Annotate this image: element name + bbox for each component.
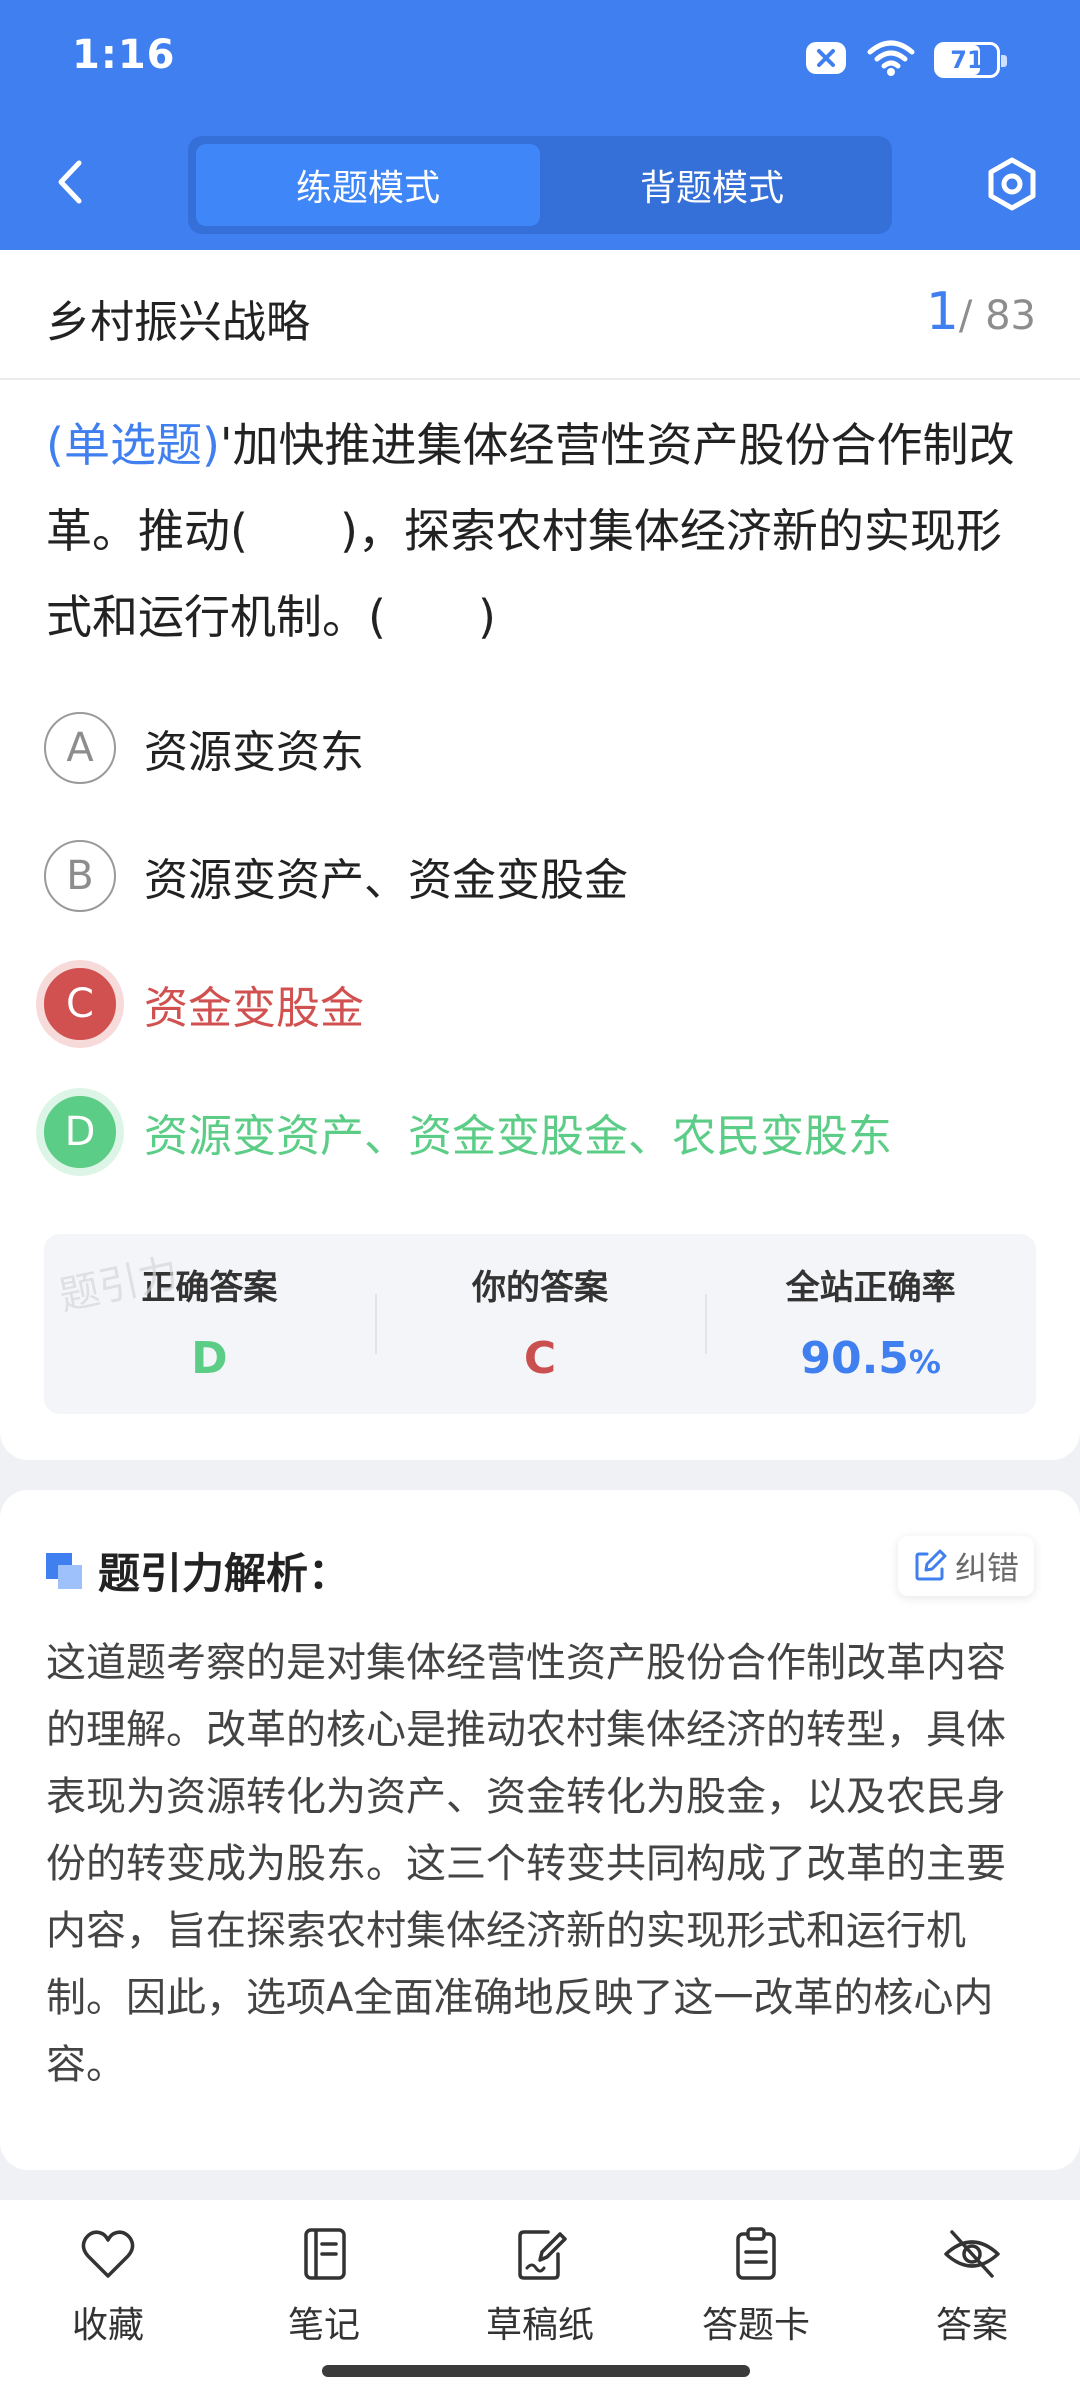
heart-icon bbox=[81, 2230, 135, 2278]
question-text: (单选题)'加快推进集体经营性资产股份合作制改革。推动( )，探索农村集体经济新… bbox=[46, 402, 1036, 660]
option-d[interactable]: D 资源变资产、资金变股金、农民变股东 bbox=[44, 1092, 1034, 1172]
battery-icon: 71 bbox=[934, 42, 1007, 78]
analysis-body: 这道题考察的是对集体经营性资产股份合作制改革内容的理解。改革的核心是推动农村集体… bbox=[46, 1640, 1006, 2088]
analysis-card: 题引力解析： 纠错 这道题考察的是对集体经营性资产股份合作制改革内容的理解。改革… bbox=[0, 1490, 1080, 2170]
option-text: 资源变资产、资金变股金 bbox=[144, 855, 628, 906]
tab-memorize-mode[interactable]: 背题模式 bbox=[540, 144, 884, 226]
notes-label: 笔记 bbox=[287, 2305, 360, 2346]
status-bar: 1:16 71 bbox=[0, 0, 1080, 120]
gear-icon bbox=[988, 157, 1036, 211]
site-accuracy-value: 90.5% bbox=[800, 1333, 941, 1384]
notification-muted-icon bbox=[804, 40, 848, 80]
topic-row: 乡村振兴战略 1/ 83 bbox=[0, 250, 1080, 380]
accuracy-number: 90.5 bbox=[800, 1333, 909, 1384]
settings-button[interactable] bbox=[980, 152, 1044, 216]
mode-switch: 练题模式 背题模式 bbox=[188, 136, 892, 234]
option-text: 资金变股金 bbox=[144, 983, 364, 1034]
draft-icon bbox=[518, 2230, 567, 2280]
nav-bar: 练题模式 背题模式 bbox=[0, 130, 1080, 240]
option-a[interactable]: A 资源变资东 bbox=[44, 708, 1034, 788]
option-text: 资源变资东 bbox=[144, 727, 364, 778]
question-progress: 1/ 83 bbox=[926, 282, 1036, 342]
answer-result-panel: 正确答案 D 你的答案 C 全站正确率 90.5% bbox=[44, 1234, 1036, 1414]
section-mark-icon bbox=[46, 1552, 82, 1589]
back-button[interactable] bbox=[40, 152, 100, 212]
header: 1:16 71 练题模式 背题模式 bbox=[0, 0, 1080, 250]
answer-card-button[interactable]: 答题卡 bbox=[676, 2224, 836, 2348]
your-answer: 你的答案 C bbox=[374, 1234, 706, 1414]
draft-paper-button[interactable]: 草稿纸 bbox=[460, 2224, 620, 2348]
answer-card-label: 答题卡 bbox=[701, 2305, 810, 2346]
site-accuracy-label: 全站正确率 bbox=[785, 1268, 956, 1308]
report-error-label: 纠错 bbox=[954, 1549, 1019, 1587]
edit-icon bbox=[915, 1549, 947, 1581]
tab-practice-mode[interactable]: 练题模式 bbox=[196, 144, 540, 226]
status-time: 1:16 bbox=[72, 32, 176, 78]
battery-level: 71 bbox=[950, 46, 984, 74]
chevron-left-icon bbox=[58, 160, 82, 204]
option-text: 资源变资产、资金变股金、农民变股东 bbox=[144, 1111, 892, 1162]
topic-title: 乡村振兴战略 bbox=[46, 297, 310, 348]
question-card: 乡村振兴战略 1/ 83 (单选题)'加快推进集体经营性资产股份合作制改革。推动… bbox=[0, 250, 1080, 1460]
wifi-icon bbox=[866, 38, 916, 82]
accuracy-unit: % bbox=[908, 1343, 941, 1381]
show-answer-label: 答案 bbox=[935, 2305, 1008, 2346]
report-error-button[interactable]: 纠错 bbox=[898, 1536, 1034, 1596]
analysis-title-text: 题引力解析： bbox=[98, 1549, 351, 1598]
draft-paper-label: 草稿纸 bbox=[485, 2305, 594, 2346]
show-answer-button[interactable]: 答案 bbox=[892, 2224, 1052, 2348]
status-icons: 71 bbox=[804, 38, 1007, 82]
eye-off-icon bbox=[944, 2230, 1000, 2278]
notebook-icon bbox=[304, 2228, 346, 2280]
favorite-label: 收藏 bbox=[71, 2305, 144, 2346]
app-root: 1:16 71 练题模式 背题模式 乡村振兴战略 1/ 83 (单选题)'加快推… bbox=[0, 0, 1080, 2400]
your-answer-label: 你的答案 bbox=[472, 1268, 608, 1308]
notes-button[interactable]: 笔记 bbox=[244, 2224, 404, 2348]
clipboard-icon bbox=[736, 2227, 776, 2280]
option-b[interactable]: B 资源变资产、资金变股金 bbox=[44, 836, 1034, 916]
option-letter: A bbox=[44, 712, 116, 784]
home-indicator[interactable] bbox=[322, 2365, 750, 2377]
option-letter: D bbox=[44, 1096, 116, 1168]
option-letter: C bbox=[44, 968, 116, 1040]
favorite-button[interactable]: 收藏 bbox=[28, 2224, 188, 2348]
battery-tip bbox=[1001, 55, 1007, 67]
analysis-title: 题引力解析： bbox=[46, 1540, 350, 1601]
option-c[interactable]: C 资金变股金 bbox=[44, 964, 1034, 1044]
correct-answer-value: D bbox=[191, 1333, 228, 1384]
your-answer-value: C bbox=[523, 1333, 557, 1384]
progress-total: / 83 bbox=[958, 293, 1036, 339]
site-accuracy: 全站正确率 90.5% bbox=[705, 1234, 1036, 1414]
question-type: (单选题) bbox=[46, 418, 220, 472]
progress-current: 1 bbox=[925, 282, 959, 342]
option-letter: B bbox=[44, 840, 116, 912]
